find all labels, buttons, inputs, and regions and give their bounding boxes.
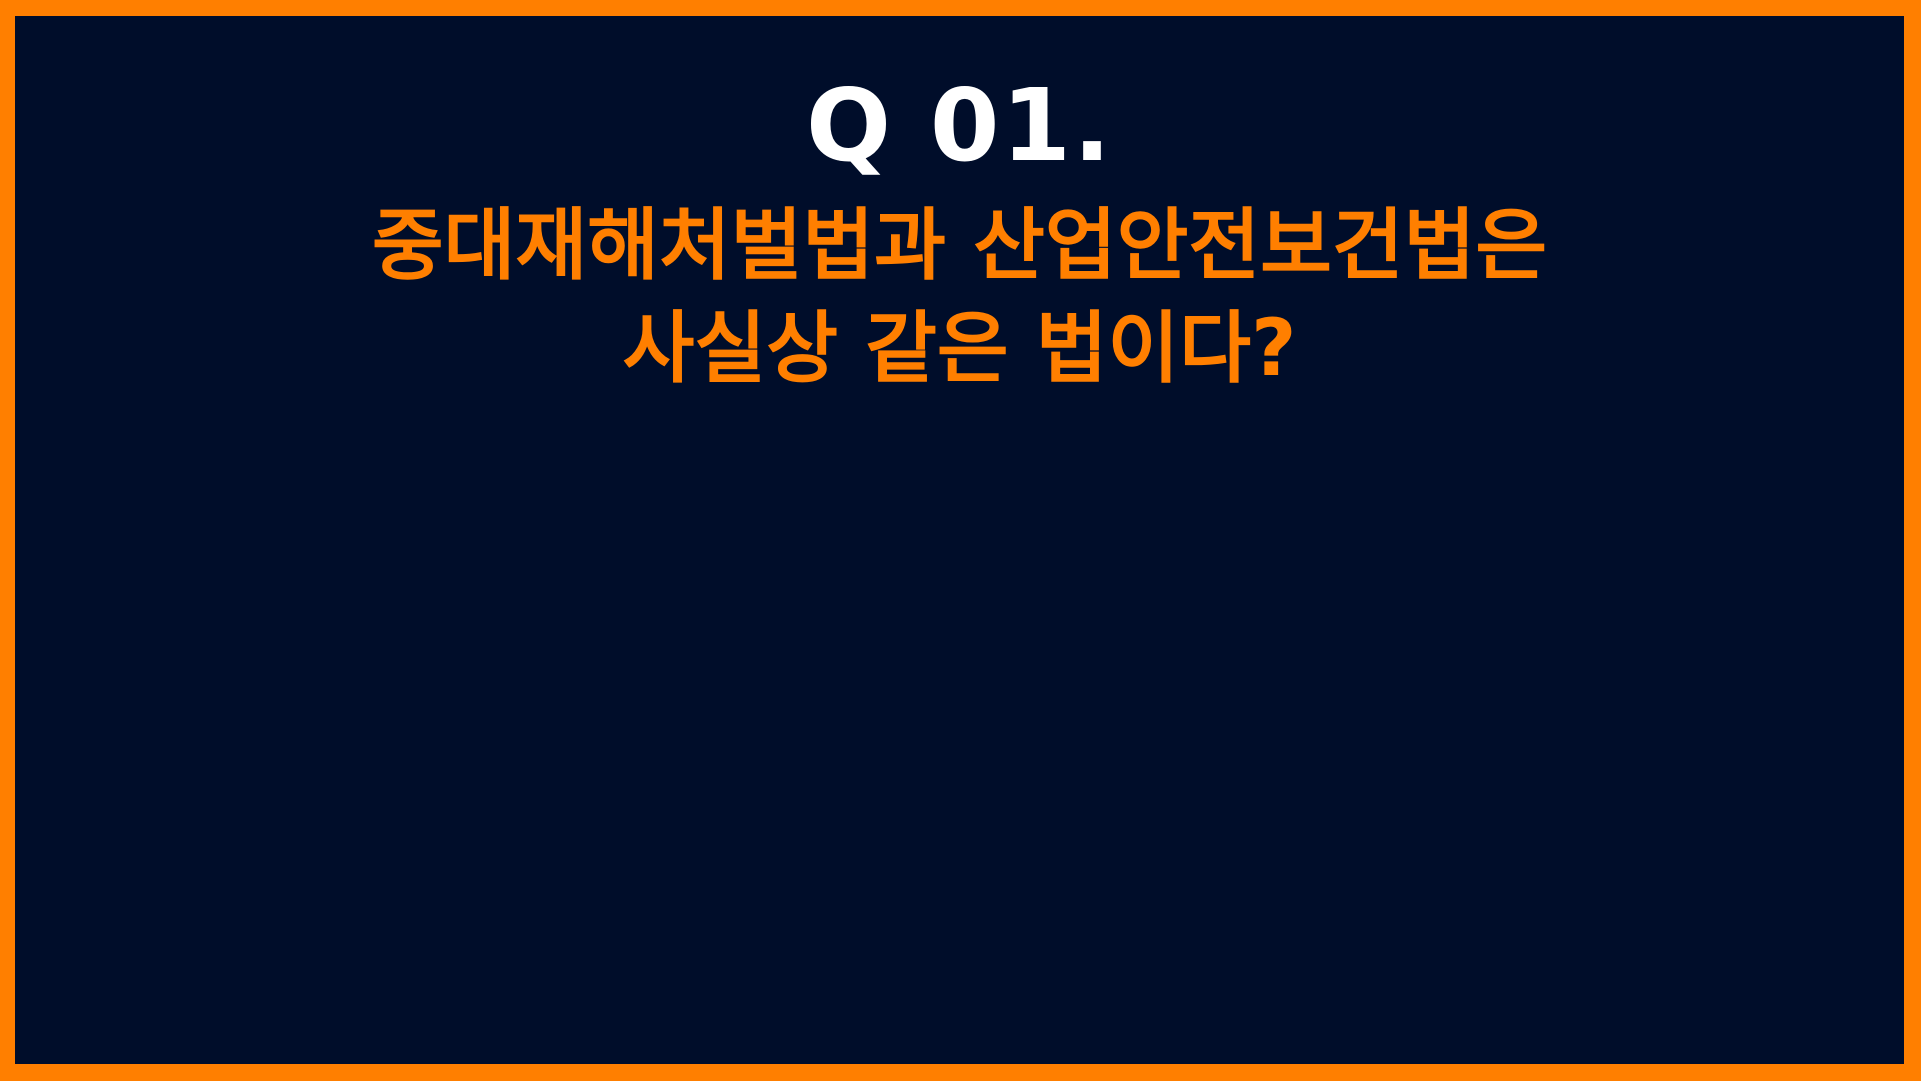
question-number: Q 01. (806, 67, 1113, 184)
quiz-slide: Q 01. 중대재해처벌법과 산업안전보건법은 사실상 같은 법이다? (15, 16, 1904, 1064)
question-text-line-2: 사실상 같은 법이다? (622, 304, 1297, 394)
question-text-line-1: 중대재해처벌법과 산업안전보건법은 (371, 201, 1548, 291)
